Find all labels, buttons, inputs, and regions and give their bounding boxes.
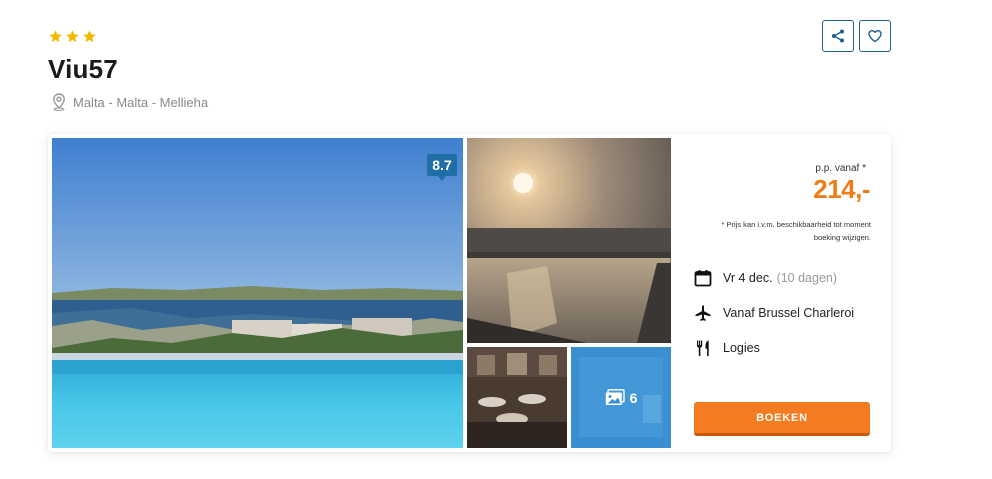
book-button[interactable]: BOEKEN [694, 402, 870, 436]
price-disclaimer: * Prijs kan i.v.m. beschikbaarheid tot m… [721, 220, 871, 242]
restaurant-photo[interactable] [467, 347, 567, 448]
star-icon [83, 30, 96, 43]
rooftop-pool-image [467, 138, 671, 343]
departure-date-row: Vr 4 dec. (10 dagen) [694, 269, 837, 287]
price-label: p.p. vanaf * [815, 163, 866, 174]
departure-airport-row: Vanaf Brussel Charleroi [694, 304, 854, 322]
calendar-icon [694, 270, 712, 287]
favorite-button[interactable] [859, 20, 891, 52]
images-icon [605, 389, 625, 405]
cutlery-icon [697, 340, 709, 356]
share-button[interactable] [822, 20, 854, 52]
departure-airport: Vanaf Brussel Charleroi [723, 306, 855, 320]
star-icon [49, 30, 62, 43]
board-type-row: Logies [694, 339, 760, 357]
sea-view-image [52, 138, 463, 448]
map-pin-icon [53, 93, 65, 111]
pool-photo[interactable] [467, 138, 671, 343]
main-photo[interactable]: 8.7 [52, 138, 463, 448]
trip-duration: (10 dagen) [776, 271, 838, 285]
more-photos-count: 6 [629, 389, 638, 406]
more-photos-overlay: 6 [571, 347, 671, 448]
departure-date: Vr 4 dec. [723, 271, 773, 285]
rating-badge: 8.7 [427, 154, 457, 181]
more-photos-tile[interactable]: 6 [571, 347, 671, 448]
hotel-card: 8.7 6 p.p. vanaf * 214,- * Prijs kan i.v… [48, 134, 891, 452]
share-icon [832, 29, 844, 43]
hotel-location: Malta - Malta - Mellieha [52, 93, 208, 111]
star-rating [48, 29, 97, 44]
star-icon [66, 30, 79, 43]
heart-icon [868, 30, 882, 43]
location-text: Malta - Malta - Mellieha [73, 94, 209, 110]
hotel-name: Viu57 [48, 54, 118, 84]
price-panel: p.p. vanaf * 214,- * Prijs kan i.v.m. be… [688, 134, 891, 452]
airplane-icon [695, 305, 711, 321]
board-type: Logies [723, 341, 760, 355]
restaurant-image [467, 347, 567, 448]
price: 214,- [813, 174, 870, 204]
